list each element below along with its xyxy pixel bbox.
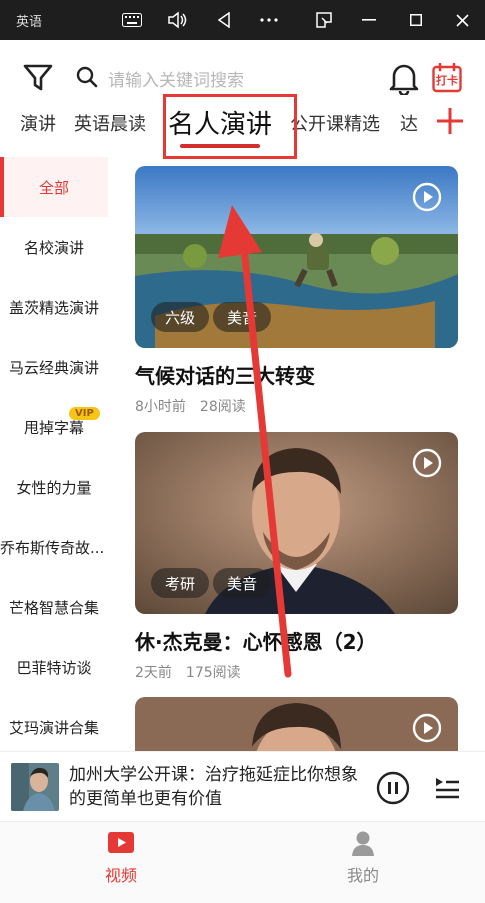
tab-open-course[interactable]: 公开课精选: [290, 110, 380, 136]
user-icon: [347, 830, 379, 856]
video-reads: 175阅读: [185, 665, 241, 681]
pause-icon[interactable]: [376, 771, 410, 805]
nav-label: 视频: [104, 866, 137, 885]
sidebar-item-jobs[interactable]: 乔布斯传奇故...: [0, 517, 108, 577]
video-card[interactable]: 考研 美音 休·杰克曼：心怀感恩（2） 2天前 175阅读: [135, 432, 458, 681]
sidebar-item-label: 名校演讲: [23, 238, 84, 257]
minimize-icon[interactable]: [355, 6, 383, 34]
sidebar-item-label: 巴菲特访谈: [16, 658, 92, 677]
video-time: 8小时前: [135, 399, 186, 415]
play-icon[interactable]: [412, 448, 442, 478]
category-sidebar: 全部 名校演讲 盖茨精选演讲 马云经典演讲 甩掉字幕 VIP 女性的力量 乔布斯…: [0, 157, 108, 751]
video-time: 2天前: [135, 665, 172, 681]
video-meta: 8小时前 28阅读: [135, 396, 246, 416]
video-play-icon: [105, 830, 137, 856]
sidebar-item-buffett[interactable]: 巴菲特访谈: [0, 637, 108, 697]
accent-tag: 美音: [213, 568, 272, 598]
sidebar-item-gates[interactable]: 盖茨精选演讲: [0, 277, 108, 337]
video-meta: 2天前 175阅读: [135, 662, 241, 682]
video-title[interactable]: 气候对话的三大转变: [135, 360, 315, 389]
mini-player[interactable]: 加州大学公开课：治疗拖延症比你想象的更简单也更有价值: [0, 751, 485, 821]
sidebar-item-no-subtitles[interactable]: 甩掉字幕 VIP: [0, 397, 108, 457]
nav-item-profile[interactable]: 我的: [242, 822, 484, 903]
video-title[interactable]: 休·杰克曼：心怀感恩（2）: [135, 626, 377, 655]
player-title[interactable]: 加州大学公开课：治疗拖延症比你想象的更简单也更有价值: [69, 763, 365, 811]
filter-icon[interactable]: [22, 63, 54, 93]
search-input[interactable]: 请输入关键词搜索: [108, 66, 244, 91]
checkin-label: 打卡: [436, 74, 458, 87]
video-thumbnail[interactable]: 考研 美音: [135, 432, 458, 614]
video-thumbnail[interactable]: [135, 697, 458, 751]
playlist-icon[interactable]: [434, 774, 460, 800]
sidebar-item-women[interactable]: 女性的力量: [0, 457, 108, 517]
level-tag: 六级: [151, 302, 210, 332]
sidebar-item-label: 盖茨精选演讲: [8, 298, 99, 317]
add-category-icon[interactable]: [436, 107, 464, 135]
sidebar-item-university[interactable]: 名校演讲: [0, 217, 108, 277]
annotation-highlight-box: [163, 94, 297, 159]
video-reads: 28阅读: [199, 399, 246, 415]
window-title: 英语: [16, 15, 43, 30]
volume-icon[interactable]: [163, 6, 191, 34]
tab-morning-reading[interactable]: 英语晨读: [74, 110, 146, 136]
screenshot-icon[interactable]: [310, 6, 338, 34]
bell-icon[interactable]: [388, 61, 420, 97]
nav-item-video[interactable]: 视频: [0, 822, 242, 903]
bottom-navigation: 视频 我的: [0, 821, 485, 903]
back-icon[interactable]: [210, 6, 238, 34]
accent-tag: 美音: [213, 302, 272, 332]
sidebar-item-label: 乔布斯传奇故...: [0, 538, 105, 557]
keyboard-icon[interactable]: [118, 6, 146, 34]
tab-speech[interactable]: 演讲: [20, 110, 56, 136]
play-icon[interactable]: [412, 713, 442, 743]
video-card[interactable]: 六级 美音 气候对话的三大转变 8小时前 28阅读: [135, 166, 458, 415]
play-icon[interactable]: [412, 182, 442, 212]
sidebar-item-label: 芒格智慧合集: [8, 598, 99, 617]
tab-more[interactable]: 达: [400, 110, 418, 136]
more-icon[interactable]: [255, 6, 283, 34]
level-tag: 考研: [151, 568, 210, 598]
sidebar-item-munger[interactable]: 芒格智慧合集: [0, 577, 108, 637]
sidebar-item-all[interactable]: 全部: [0, 157, 108, 217]
sidebar-item-label: 马云经典演讲: [8, 358, 99, 377]
close-icon[interactable]: [448, 6, 476, 34]
checkin-calendar-icon[interactable]: 打卡: [432, 62, 462, 93]
sidebar-item-jack-ma[interactable]: 马云经典演讲: [0, 337, 108, 397]
search-bar: 请输入关键词搜索 打卡: [0, 40, 485, 100]
video-list: 六级 美音 气候对话的三大转变 8小时前 28阅读 考研 美音 休·杰克曼：心怀…: [135, 166, 458, 751]
window-title-bar: 英语: [0, 0, 485, 40]
video-thumbnail[interactable]: 六级 美音: [135, 166, 458, 348]
vip-badge: VIP: [69, 407, 100, 420]
search-icon[interactable]: [76, 66, 98, 88]
video-card[interactable]: [135, 697, 458, 751]
maximize-icon[interactable]: [402, 6, 430, 34]
player-cover-image[interactable]: [11, 763, 59, 811]
nav-label: 我的: [346, 866, 379, 885]
sidebar-item-emma[interactable]: 艾玛演讲合集: [0, 697, 108, 751]
sidebar-item-label: 女性的力量: [16, 478, 92, 497]
sidebar-item-label: 全部: [38, 178, 69, 197]
sidebar-item-label: 艾玛演讲合集: [8, 718, 99, 737]
